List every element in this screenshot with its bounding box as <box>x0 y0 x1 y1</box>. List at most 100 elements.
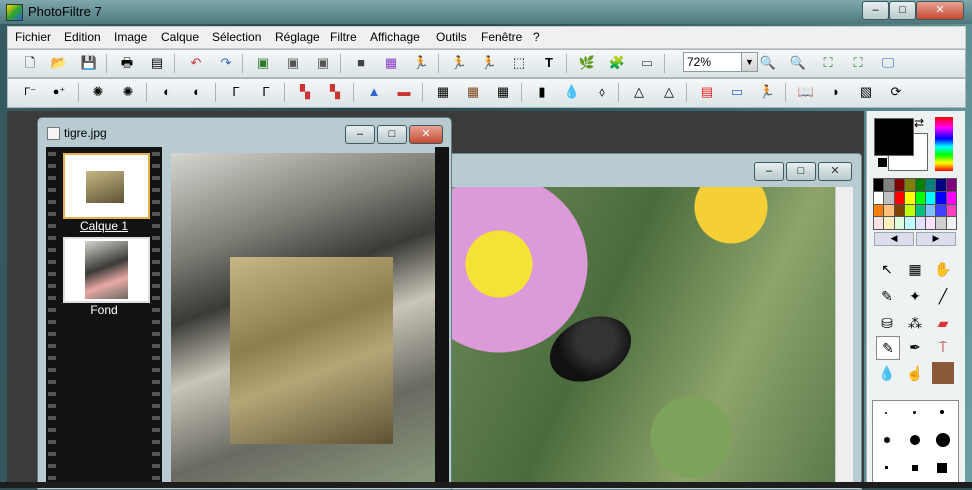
monitor-icon[interactable]: ▭ <box>727 83 747 101</box>
color-balance-icon[interactable]: ▬ <box>394 83 414 101</box>
print-icon[interactable]: 🖶 <box>117 54 137 72</box>
menu-reglage[interactable]: Réglage <box>275 30 320 44</box>
palette-swatch[interactable] <box>915 217 925 229</box>
palette-swatch[interactable] <box>946 204 956 217</box>
palette-swatch[interactable] <box>894 217 905 229</box>
palette-swatch[interactable] <box>936 179 946 191</box>
figure-right-icon[interactable]: 🏃 <box>479 54 499 72</box>
menu-fenetre[interactable]: Fenêtre <box>481 30 522 44</box>
window-icon[interactable]: ▭ <box>637 54 657 72</box>
palette-swatch[interactable] <box>936 217 946 229</box>
magic-wand-icon[interactable]: ✦ <box>904 285 926 307</box>
paste-layer-icon[interactable]: ▣ <box>253 54 273 72</box>
default-colors-icon[interactable] <box>877 157 888 168</box>
palette-swatch[interactable] <box>884 204 894 217</box>
menu-selection[interactable]: Sélection <box>212 30 261 44</box>
bucket-filter-icon[interactable]: ▧ <box>856 83 876 101</box>
gamma-plus-icon[interactable]: Γ <box>256 83 276 101</box>
copy-layer-icon[interactable]: ▣ <box>283 54 303 72</box>
brush-square-2[interactable] <box>912 465 918 471</box>
palette-swatch[interactable] <box>936 204 946 217</box>
menu-edition[interactable]: Edition <box>64 30 101 44</box>
layer-thumb-calque1[interactable] <box>63 153 150 219</box>
back-close-button[interactable]: ✕ <box>818 162 852 181</box>
half-cylinder-icon[interactable]: ◗ <box>826 83 846 101</box>
menu-help[interactable]: ? <box>533 30 540 44</box>
scanner-icon[interactable]: ▤ <box>147 54 167 72</box>
palette-swatch[interactable] <box>905 179 915 191</box>
zoom-out-icon[interactable]: 🔍 <box>788 54 808 72</box>
zoom-in-icon[interactable]: 🔍 <box>758 54 778 72</box>
menu-image[interactable]: Image <box>114 30 147 44</box>
actual-size-icon[interactable]: ⛶ <box>848 54 868 72</box>
brightness-minus-icon[interactable]: ✺ <box>88 83 108 101</box>
layer-label-fond[interactable]: Fond <box>46 303 162 317</box>
palette-swatch[interactable] <box>915 204 925 217</box>
undo-icon[interactable]: ↶ <box>186 54 206 72</box>
tiger-image-canvas[interactable] <box>171 153 435 488</box>
contrast-plus-icon[interactable]: ◐ <box>187 83 207 101</box>
bucket-tool-icon[interactable]: ⛁ <box>876 312 898 334</box>
open-folder-icon[interactable]: 📂 <box>49 54 69 72</box>
selection-rect-icon[interactable]: ⬚ <box>509 54 529 72</box>
dropper-filter-icon[interactable]: ▮ <box>532 83 552 101</box>
palette-swatch[interactable] <box>884 179 894 191</box>
palette-swatch[interactable] <box>925 217 936 229</box>
puzzle-icon[interactable]: 🧩 <box>607 54 627 72</box>
brush-dot-1[interactable] <box>885 412 887 414</box>
swap-colors-icon[interactable]: ⇄ <box>914 116 924 130</box>
palette-swatch[interactable] <box>925 179 936 191</box>
spray-tool-icon[interactable]: ⁂ <box>904 312 926 334</box>
palette-swatch[interactable] <box>936 191 946 204</box>
back-minimize-button[interactable]: – <box>754 162 784 181</box>
pipette-tool-icon[interactable]: ✎ <box>876 285 898 307</box>
finger-tool-icon[interactable]: ☝ <box>904 362 926 384</box>
portrait-tool-icon[interactable] <box>932 362 954 384</box>
palette-swatch[interactable] <box>874 191 884 204</box>
palette-swatch[interactable] <box>905 204 915 217</box>
color-plus-icon[interactable]: ▚ <box>325 83 345 101</box>
layer-label-calque1[interactable]: Calque 1 <box>46 219 162 233</box>
figure-left-icon[interactable]: 🏃 <box>449 54 469 72</box>
palette-swatch[interactable] <box>915 191 925 204</box>
doc-maximize-button[interactable]: □ <box>377 125 407 144</box>
levels-icon[interactable]: ▲ <box>364 83 384 101</box>
palette-swatch[interactable] <box>925 191 936 204</box>
maximize-button[interactable]: □ <box>889 1 916 20</box>
drop-icon[interactable]: 💧 <box>562 83 582 101</box>
menu-calque[interactable]: Calque <box>161 30 199 44</box>
brush-square-3[interactable] <box>937 463 947 473</box>
brush-size-grid[interactable] <box>872 400 959 486</box>
tree-icon[interactable]: 🌿 <box>577 54 597 72</box>
gradient-icon[interactable]: ▤ <box>697 83 717 101</box>
fit-image-icon[interactable]: ⛶ <box>818 54 838 72</box>
pointer-tool-icon[interactable]: ↖ <box>876 258 898 280</box>
fullscreen-icon[interactable]: 🖵 <box>878 54 898 72</box>
palette-swatch[interactable] <box>915 179 925 191</box>
vertical-scrollbar[interactable] <box>835 187 853 488</box>
doc-close-button[interactable]: ✕ <box>409 125 443 144</box>
brightness-plus-icon[interactable]: ✺ <box>118 83 138 101</box>
drop-outline-icon[interactable]: ⬨ <box>592 83 612 101</box>
palette-swatch[interactable] <box>884 191 894 204</box>
brush-dot-2[interactable] <box>913 411 916 414</box>
back-maximize-button[interactable]: □ <box>786 162 816 181</box>
palette-swatch[interactable] <box>946 217 956 229</box>
color-square-icon[interactable]: ■ <box>351 54 371 72</box>
menu-outils[interactable]: Outils <box>436 30 467 44</box>
eraser-tool-icon[interactable]: ▰ <box>932 312 954 334</box>
gamma-auto-icon[interactable]: Γ⁻ <box>20 83 40 101</box>
flower-bee-image[interactable] <box>451 187 835 488</box>
hand-tool-icon[interactable]: ✋ <box>932 258 954 280</box>
brush-dot-3[interactable] <box>940 410 944 414</box>
color-minus-icon[interactable]: ▚ <box>295 83 315 101</box>
palette-swatch[interactable] <box>894 179 905 191</box>
contrast-minus-icon[interactable]: ◐ <box>157 83 177 101</box>
brush-dot-6[interactable] <box>936 433 950 447</box>
minimize-button[interactable]: – <box>862 1 889 20</box>
clip-figure-icon[interactable]: 🏃 <box>411 54 431 72</box>
brush-dot-4[interactable] <box>884 437 890 443</box>
gamma-minus-icon[interactable]: Γ <box>226 83 246 101</box>
pen-plus-tool-icon[interactable]: ✒ <box>904 336 926 358</box>
doc-minimize-button[interactable]: – <box>345 125 375 144</box>
